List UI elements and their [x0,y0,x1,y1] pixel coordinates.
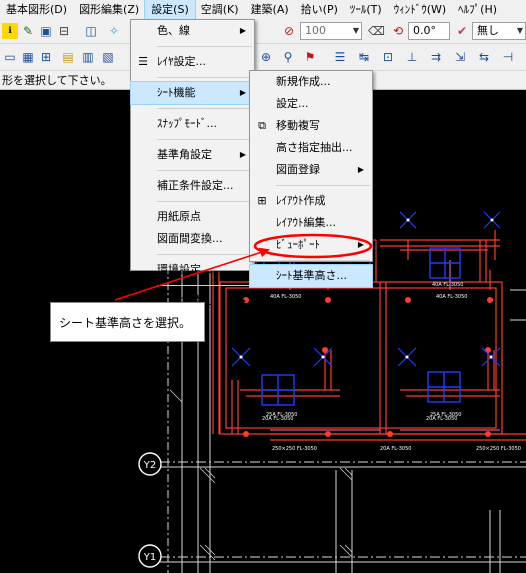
magic-icon[interactable]: ⚲ [280,49,296,65]
menu-item-height-extract[interactable]: 高さ指定抽出... [250,137,372,159]
menu-item-layout-edit[interactable]: ﾚｲｱｳﾄ編集... [250,212,372,234]
angle-field[interactable]: 0.0° [408,22,450,40]
chevron-right-icon: ▶ [239,88,246,97]
mirror-icon[interactable]: ⇆ [476,49,492,65]
menu-item-move-copy[interactable]: ⧉ 移動複写 [250,115,372,137]
columns-icon[interactable]: ◫ [83,23,99,39]
pipe-label: 40A FL-3050 [270,294,301,300]
menu-takeoff[interactable]: 拾い(P) [295,0,344,19]
offset-icon[interactable]: ⇉ [428,49,444,65]
menu-item-color-line[interactable]: 色、線 ▶ [131,20,254,42]
menu-separator [276,185,370,186]
menu-window[interactable]: ｳｨﾝﾄﾞｳ(W) [388,0,452,19]
chevron-down-icon: ▼ [352,26,359,35]
callout-text: シート基準高さを選択。 [59,316,192,330]
settings-menu: 色、線 ▶ ☰ ﾚｲﾔ設定... ｼｰﾄ機能 ▶ ｽﾅｯﾌﾟﾓｰﾄﾞ... 基準角設… [130,19,255,307]
sheet-function-submenu: 新規作成... 設定... ⧉ 移動複写 高さ指定抽出... 図面登録 ▶ ⊞ ﾚ… [249,70,373,288]
menu-architecture[interactable]: 建築(A) [245,0,295,19]
eraser-icon[interactable]: ⌫ [368,23,385,39]
menu-separator [157,254,252,255]
chevron-right-icon: ▶ [239,296,246,305]
array-icon[interactable]: ⊡ [380,49,396,65]
frame-icon[interactable]: ▣ [38,23,54,39]
tag-icon[interactable]: ⚑ [302,49,318,65]
menu-basic-shapes[interactable]: 基本図形(D) [0,0,73,19]
menu-item-paper-origin[interactable]: 用紙原点 [131,206,254,228]
chevron-right-icon: ▶ [357,240,364,249]
chevron-right-icon: ▶ [357,165,364,174]
prompt-text: 形を選択して下さい。 [2,74,112,87]
trim-icon[interactable]: ⊣ [500,49,516,65]
pipe-label: 25A FL-3050 [430,412,461,418]
beam-tool-icon[interactable]: ▧ [100,49,116,65]
menu-item-new-sheet[interactable]: 新規作成... [250,71,372,93]
level-icon[interactable]: ⊥ [404,49,420,65]
stretch-icon[interactable]: ⇲ [452,49,468,65]
menu-item-sheet-function[interactable]: ｼｰﾄ機能 ▶ [130,81,255,105]
menu-item-drawing-register[interactable]: 図面登録 ▶ [250,159,372,181]
info-icon[interactable]: ℹ [2,23,18,39]
menu-item-correction[interactable]: 補正条件設定... [131,175,254,197]
menu-separator [157,139,252,140]
column-tool-icon[interactable]: ▥ [80,49,96,65]
rect-tool-icon[interactable]: ▭ [2,49,18,65]
menu-separator [157,201,252,202]
chevron-right-icon: ▶ [239,26,246,35]
menu-separator [157,170,252,171]
menu-item-layer-settings[interactable]: ☰ ﾚｲﾔ設定... [131,51,254,73]
no-entry-icon[interactable]: ⊘ [281,23,297,39]
pipe-label: 40A FL-3050 [432,282,463,288]
line-width-combo[interactable]: 100 ▼ [300,22,362,40]
pattern-combo[interactable]: 無し ▼ [472,22,526,40]
menu-item-environment[interactable]: 環境設定... [131,259,254,281]
layout-icon: ⊞ [257,194,267,207]
menu-separator [157,46,252,47]
toolbar-bottom: ▭ ▦ ⊞ ▤ ▥ ▧ ⊕ ⚲ ⚑ ☰ ↹ ⊡ ⊥ ⇉ ⇲ ⇆ ⊣ [0,44,526,71]
menu-item-base-angle[interactable]: 基準角設定 ▶ [131,144,254,166]
check-icon[interactable]: ✔ [454,23,470,39]
menu-separator [276,260,370,261]
menu-separator [157,77,252,78]
menu-settings[interactable]: 設定(S) [144,0,196,20]
layers-icon: ☰ [138,55,148,68]
pipe-label: 250×250 FL-3050 [272,446,317,452]
menu-item-drawing-convert[interactable]: 図面間変換... [131,228,254,250]
chevron-down-icon: ▼ [516,26,523,35]
grid-tool-icon[interactable]: ▦ [20,49,36,65]
door-tool-icon[interactable]: ⊞ [38,49,54,65]
menu-separator [157,108,252,109]
menu-help[interactable]: ﾍﾙﾌﾟ(H) [452,0,503,19]
align-icon[interactable]: ☰ [332,49,348,65]
menu-item-snap-mode[interactable]: ｽﾅｯﾌﾟﾓｰﾄﾞ... [131,113,254,135]
menu-bar: 基本図形(D) 図形編集(Z) 設定(S) 空調(K) 建築(A) 拾い(P) … [0,0,526,20]
pipe-labels: 40A FL-3050 40A FL-3050 20A FL-3050 20A … [262,282,521,452]
menu-separator [157,285,252,286]
pipe-label: 40A FL-3050 [436,294,467,300]
pipe-label: 25A FL-3050 [266,412,297,418]
wall-tool-icon[interactable]: ▤ [60,49,76,65]
pipe-label: 20A FL-3050 [380,446,411,452]
rotate-icon[interactable]: ⟲ [390,23,406,39]
menu-tools[interactable]: ﾂｰﾙ(T) [344,0,388,19]
menu-item-sheet-base-height[interactable]: ｼｰﾄ基準高さ... [249,264,373,288]
toolbar-top: ℹ ✎ ▣ ⊟ ◫ ✧ ⊘ 100 ▼ ⌫ ⟲ 0.0° ✔ 無し ▼ [0,19,526,44]
grid-label-y2: Y2 [143,460,156,471]
menu-item-layout-create[interactable]: ⊞ ﾚｲｱｳﾄ作成 [250,190,372,212]
dimension-icon[interactable]: ↹ [356,49,372,65]
chevron-right-icon: ▶ [239,150,246,159]
move-copy-icon: ⧉ [258,119,266,132]
menu-shape-edit[interactable]: 図形編集(Z) [73,0,145,19]
grid-label-y1: Y1 [143,552,156,563]
tool-icon[interactable]: ✧ [106,23,122,39]
window-icon[interactable]: ⊟ [56,23,72,39]
pencil-icon[interactable]: ✎ [20,23,36,39]
menu-item-viewport[interactable]: ﾋﾞｭｰﾎﾟｰﾄ ▶ [250,234,372,256]
menu-hvac[interactable]: 空調(K) [195,0,245,19]
crosshair-icon[interactable]: ⊕ [258,49,274,65]
menu-item-sheet-settings[interactable]: 設定... [250,93,372,115]
pipe-label: 250×250 FL-3050 [476,446,521,452]
instruction-callout: シート基準高さを選択。 [50,302,205,342]
